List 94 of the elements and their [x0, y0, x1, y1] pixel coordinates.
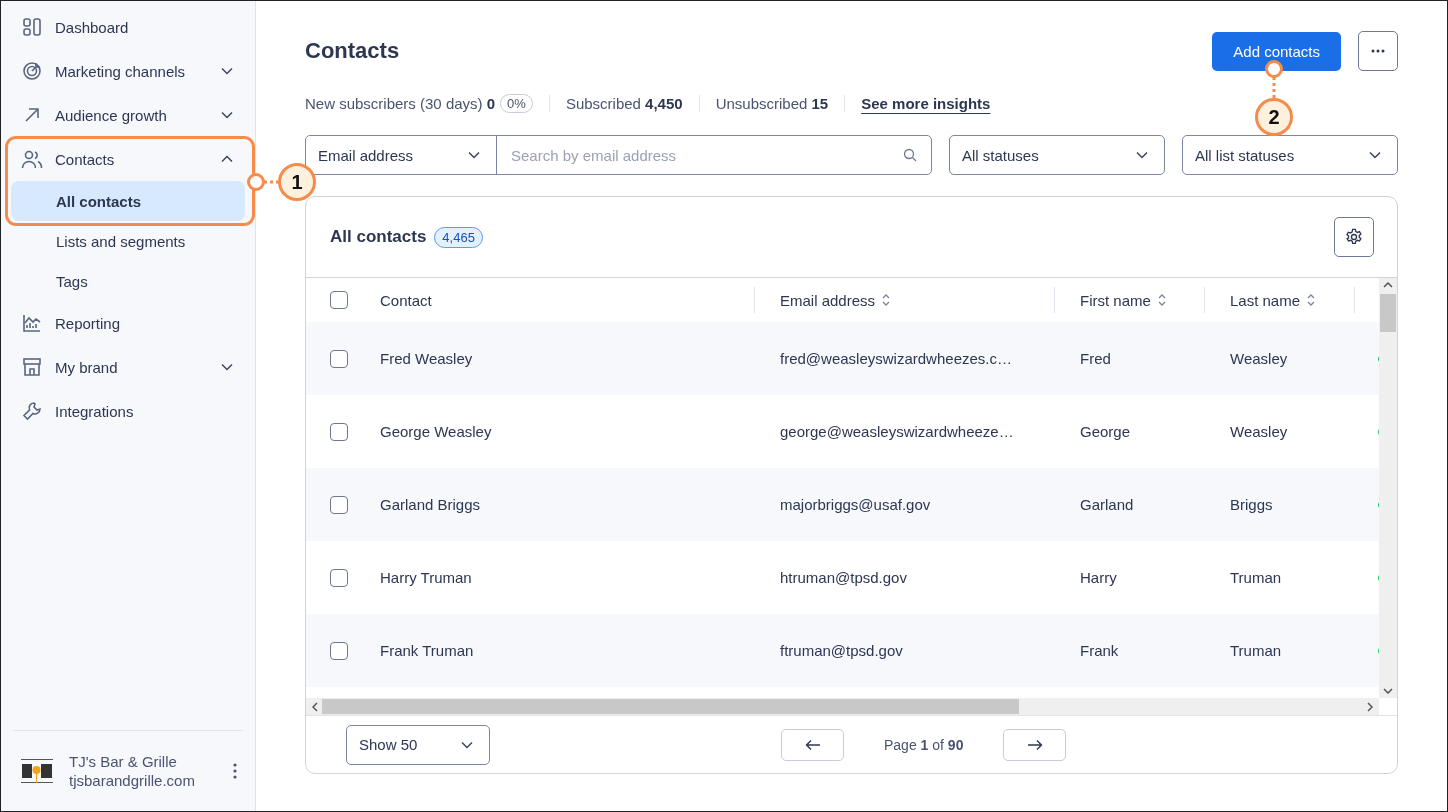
last-name-cell-text: Briggs — [1229, 496, 1274, 513]
row-checkbox[interactable] — [330, 641, 348, 660]
settings-icon — [1345, 228, 1363, 246]
first-name-cell-text: Harry — [1079, 569, 1118, 586]
row-checkbox[interactable] — [330, 495, 348, 514]
chevron-down-icon — [221, 111, 233, 119]
last-name-cell-text: Truman — [1229, 642, 1283, 659]
column-header[interactable]: Email address — [780, 291, 876, 309]
page-size-dropdown[interactable]: Show 50 — [346, 724, 490, 765]
scroll-right-icon[interactable] — [1367, 701, 1373, 712]
stat-text: New subscribers (30 days) 0 — [305, 94, 496, 112]
select-all-checkbox[interactable] — [330, 291, 348, 309]
row-checkbox[interactable] — [330, 422, 348, 441]
page-title: Contacts — [305, 38, 401, 64]
wrench-icon — [21, 401, 43, 421]
chevron-down-icon — [1136, 151, 1148, 159]
last-name-cell-text: Weasley — [1229, 423, 1289, 440]
sort-icon[interactable] — [1306, 293, 1317, 307]
dashboard-icon — [21, 17, 43, 37]
sort-icon[interactable] — [881, 293, 892, 307]
sort-icon[interactable] — [1156, 293, 1167, 307]
first-name-cell-text: Garland — [1079, 496, 1135, 513]
field-dropdown[interactable]: Email address — [306, 136, 497, 174]
search-input[interactable]: Search by email address — [509, 145, 903, 165]
sidebar-item[interactable]: Audience growth — [9, 93, 247, 137]
store-icon — [21, 357, 43, 377]
contact-name[interactable]: Frank Truman — [380, 642, 755, 659]
sidebar-subitem[interactable]: Lists and segments — [11, 221, 245, 261]
contact-name[interactable]: George Weasley — [380, 423, 755, 440]
stat-text: Unsubscribed 15 — [715, 94, 829, 112]
sidebar-item[interactable]: Reporting — [9, 301, 247, 345]
sidebar-subitem[interactable]: All contacts — [11, 181, 245, 221]
horizontal-scrollbar[interactable] — [306, 698, 1379, 715]
target-icon — [21, 61, 43, 81]
people-icon — [21, 149, 43, 169]
account-domain: tjsbarandgrille.com — [69, 772, 196, 789]
contact-name[interactable]: Fred Weasley — [380, 350, 755, 367]
count-badge: 4,465 — [434, 226, 483, 248]
first-name-cell-text: Frank — [1079, 642, 1120, 659]
sidebar-item[interactable]: Contacts — [9, 137, 247, 181]
arrow-right-icon — [1026, 738, 1043, 751]
kebab-menu-icon[interactable] — [233, 763, 237, 779]
chart-icon — [21, 313, 43, 333]
chevron-down-icon — [468, 151, 480, 159]
stat-text: Subscribed 4,450 — [565, 94, 683, 112]
contact-name[interactable]: Harry Truman — [380, 569, 755, 586]
contact-name[interactable]: Garland Briggs — [380, 496, 755, 513]
list-status-dropdown[interactable]: All list statuses — [1182, 135, 1398, 175]
email-cell-text: ftruman@tpsd.gov — [779, 642, 904, 659]
search-icon — [903, 148, 917, 162]
column-header[interactable]: Contact — [380, 291, 432, 309]
scrollbar-thumb[interactable] — [322, 699, 1019, 714]
sidebar-item[interactable]: Integrations — [9, 389, 247, 433]
first-name-cell-text: George — [1079, 423, 1132, 440]
chevron-down-icon — [461, 740, 473, 749]
scroll-down-icon[interactable] — [1383, 688, 1393, 694]
sidebar-subitem[interactable]: Tags — [11, 261, 245, 301]
sidebar-item[interactable]: Dashboard — [9, 5, 247, 49]
more-button[interactable] — [1358, 31, 1398, 71]
column-header[interactable]: Last name — [1230, 291, 1301, 309]
sidebar-item[interactable]: Marketing channels — [9, 49, 247, 93]
callout-badge: 1 — [278, 163, 316, 201]
chevron-up-icon — [221, 155, 233, 163]
add-contacts-button[interactable]: Add contacts — [1212, 31, 1341, 71]
status-dropdown[interactable]: All statuses — [949, 135, 1165, 175]
row-checkbox[interactable] — [330, 568, 348, 587]
last-name-cell-text: Weasley — [1229, 350, 1289, 367]
scroll-left-icon[interactable] — [312, 701, 318, 712]
card-title: All contacts — [330, 227, 427, 247]
email-cell-text: george@weasleyswizardwheeze… — [779, 423, 1015, 440]
chevron-down-icon — [221, 67, 233, 75]
settings-button[interactable] — [1334, 217, 1374, 257]
previous-page-button[interactable] — [781, 728, 844, 761]
sidebar-item[interactable]: My brand — [9, 345, 247, 389]
vertical-scrollbar[interactable] — [1379, 278, 1397, 698]
leader-line — [1265, 60, 1283, 99]
last-name-cell-text: Truman — [1229, 569, 1283, 586]
search-field[interactable]: Email address Search by email address — [305, 135, 932, 175]
email-cell-text: majorbriggs@usaf.gov — [779, 496, 932, 513]
column-header[interactable]: First name — [1080, 291, 1151, 309]
scroll-up-icon[interactable] — [1383, 282, 1393, 288]
account-name: TJ's Bar & Grille — [69, 753, 178, 770]
chevron-down-icon — [221, 363, 233, 371]
email-cell-text: fred@weasleyswizardwheezes.c… — [779, 350, 1013, 367]
ellipsis-icon — [1371, 49, 1385, 53]
page-indicator: Page 1 of 90 — [884, 736, 964, 753]
first-name-cell-text: Fred — [1079, 350, 1112, 367]
callout-badge: 2 — [1255, 98, 1293, 136]
email-cell-text: htruman@tpsd.gov — [779, 569, 908, 586]
row-checkbox[interactable] — [330, 349, 348, 368]
arrow-left-icon — [804, 738, 821, 751]
chevron-down-icon — [1369, 151, 1381, 159]
insights-link[interactable]: See more insights — [844, 94, 991, 112]
scrollbar-thumb[interactable] — [1380, 294, 1396, 332]
